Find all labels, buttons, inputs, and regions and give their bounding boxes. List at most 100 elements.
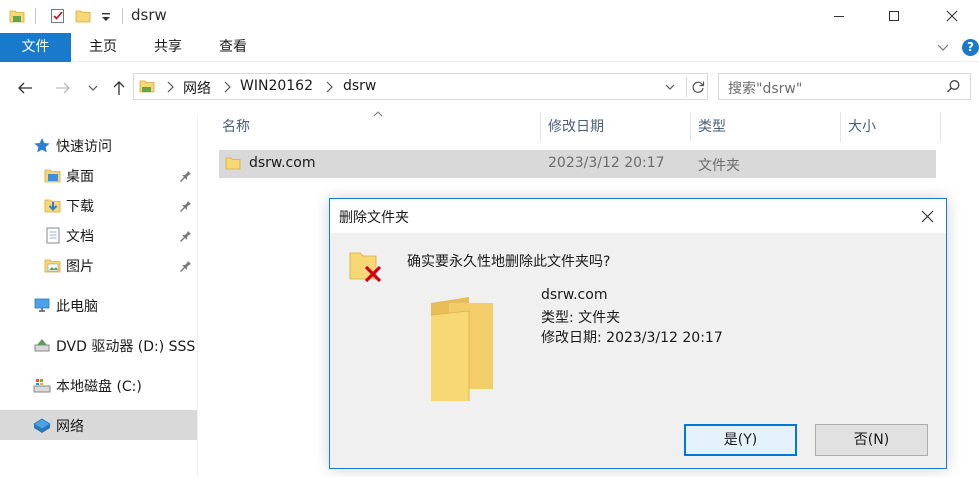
pin-icon[interactable] [178, 168, 192, 186]
address-history-chevron-icon[interactable] [664, 81, 676, 97]
nav-item-label: 本地磁盘 (C:) [56, 379, 142, 395]
search-box[interactable]: 搜索"dsrw" [718, 73, 971, 100]
nav-item-local-disk[interactable]: 本地磁盘 (C:) [0, 370, 197, 400]
pin-icon[interactable] [178, 258, 192, 276]
breadcrumb-separator-icon[interactable] [324, 80, 334, 98]
tab-file[interactable]: 文件 [0, 33, 71, 62]
column-divider[interactable] [540, 112, 541, 142]
minimize-button[interactable] [816, 0, 862, 31]
breadcrumb-server[interactable]: WIN20162 [240, 78, 313, 94]
nav-item-label: 文档 [66, 229, 94, 245]
documents-folder-icon [44, 227, 62, 244]
search-icon[interactable] [946, 79, 961, 98]
network-icon [33, 417, 51, 434]
network-location-icon [138, 77, 156, 99]
breadcrumb-share[interactable]: dsrw [343, 78, 376, 94]
breadcrumb-separator-icon[interactable] [222, 80, 232, 98]
pin-icon[interactable] [178, 198, 192, 216]
nav-item-label: 快速访问 [56, 139, 112, 155]
column-divider[interactable] [840, 112, 841, 142]
close-icon [921, 210, 933, 222]
no-button[interactable]: 否(N) [815, 424, 928, 456]
nav-item-network[interactable]: 网络 [0, 410, 197, 440]
nav-item-this-pc[interactable]: 此电脑 [0, 290, 197, 320]
column-header-modified[interactable]: 修改日期 [544, 112, 690, 142]
file-name: dsrw.com [249, 155, 316, 171]
nav-item-label: 此电脑 [56, 299, 98, 315]
up-arrow-icon [113, 81, 125, 95]
column-header-size[interactable]: 大小 [844, 112, 940, 142]
nav-item-label: 图片 [66, 259, 94, 275]
nav-item-desktop[interactable]: 桌面 [0, 160, 197, 190]
back-button[interactable] [14, 77, 36, 99]
column-divider[interactable] [940, 112, 941, 142]
nav-item-documents[interactable]: 文档 [0, 220, 197, 250]
dialog-close-button[interactable] [910, 203, 944, 229]
nav-item-label: 下载 [66, 199, 94, 215]
refresh-button[interactable] [686, 77, 708, 97]
desktop-folder-icon [44, 167, 62, 184]
toolbar-separator [122, 8, 123, 24]
title-bar: dsrw [0, 0, 979, 33]
close-button[interactable] [929, 0, 975, 31]
customize-toolbar-dropdown-icon[interactable] [97, 7, 115, 25]
column-header-name[interactable]: 名称 [218, 112, 540, 142]
breadcrumb-network[interactable]: 网络 [183, 78, 211, 98]
maximize-icon [889, 10, 899, 21]
delete-folder-warning-icon [348, 249, 386, 289]
local-disk-icon [33, 377, 51, 394]
help-button[interactable]: ? [962, 39, 979, 56]
nav-item-label: 网络 [56, 419, 84, 435]
forward-arrow-icon [56, 82, 70, 94]
tab-home[interactable]: 主页 [77, 33, 129, 62]
dialog-item-type: 类型: 文件夹 [541, 310, 621, 326]
nav-item-dvd-drive[interactable]: DVD 驱动器 (D:) SSS [0, 330, 197, 360]
downloads-folder-icon [44, 197, 62, 214]
search-input[interactable]: 搜索"dsrw" [728, 78, 802, 98]
properties-icon[interactable] [49, 7, 67, 25]
navigation-pane: 快速访问 桌面 下载 文档 图片 此电脑 DVD 驱动器 (D:) SSS 本地… [0, 114, 198, 477]
file-type: 文件夹 [698, 158, 740, 174]
breadcrumb-separator-icon[interactable] [165, 80, 175, 98]
pictures-folder-icon [44, 257, 62, 274]
nav-item-quick-access[interactable]: 快速访问 [0, 130, 197, 160]
dvd-drive-icon [33, 337, 51, 354]
yes-button[interactable]: 是(Y) [684, 424, 797, 456]
up-button[interactable] [108, 77, 130, 99]
large-folder-icon [427, 295, 507, 405]
file-modified: 2023/3/12 20:17 [548, 155, 665, 171]
star-icon [33, 137, 51, 154]
tab-view[interactable]: 查看 [207, 33, 259, 62]
dialog-title: 删除文件夹 [339, 210, 409, 226]
ribbon-tabs: 文件 主页 共享 查看 ? [0, 33, 979, 62]
delete-folder-dialog: 删除文件夹 确实要永久性地删除此文件夹吗? dsrw.com 类型: 文件夹 修… [329, 198, 947, 469]
explorer-app-icon[interactable] [8, 7, 26, 25]
forward-button[interactable] [52, 77, 74, 99]
nav-item-downloads[interactable]: 下载 [0, 190, 197, 220]
column-divider[interactable] [690, 112, 691, 142]
tab-share[interactable]: 共享 [142, 33, 194, 62]
dialog-question: 确实要永久性地删除此文件夹吗? [407, 254, 611, 270]
refresh-icon [692, 81, 704, 93]
dialog-item-modified: 修改日期: 2023/3/12 20:17 [541, 330, 723, 346]
expand-ribbon-chevron-icon[interactable] [936, 40, 950, 58]
pin-icon[interactable] [178, 228, 192, 246]
nav-item-label: 桌面 [66, 169, 94, 185]
toolbar-separator [35, 8, 36, 24]
column-header-type[interactable]: 类型 [694, 112, 840, 142]
close-icon [946, 10, 958, 21]
nav-item-label: DVD 驱动器 (D:) SSS [56, 339, 196, 355]
dialog-item-name: dsrw.com [541, 287, 608, 303]
dialog-title-bar: 删除文件夹 [330, 199, 946, 233]
window-title: dsrw [131, 6, 167, 24]
folder-icon [225, 155, 241, 175]
nav-item-pictures[interactable]: 图片 [0, 250, 197, 280]
back-arrow-icon [18, 82, 32, 94]
address-bar[interactable]: 网络 WIN20162 dsrw [133, 73, 708, 100]
chevron-down-icon [88, 85, 98, 91]
computer-icon [33, 297, 51, 314]
maximize-button[interactable] [871, 0, 917, 31]
new-folder-icon[interactable] [74, 7, 92, 25]
recent-locations-button[interactable] [83, 77, 103, 99]
table-row[interactable]: dsrw.com 2023/3/12 20:17 文件夹 [219, 150, 936, 178]
